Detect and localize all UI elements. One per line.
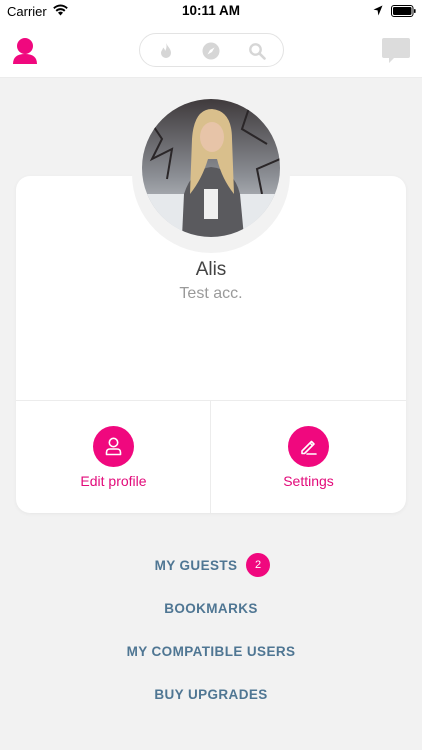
user-icon [105,437,122,456]
user-name: Alis [195,259,227,280]
pencil-icon [301,440,317,455]
avatar[interactable] [142,99,280,237]
top-nav-bar [0,22,422,78]
compass-icon[interactable] [202,42,220,60]
settings-button[interactable]: Settings [211,401,406,513]
battery-icon [391,5,416,17]
edit-profile-label: Edit profile [80,473,147,489]
avatar-photo [142,99,280,237]
guests-count-badge: 2 [246,553,270,577]
compatible-users-link[interactable]: MY COMPATIBLE USERS [0,644,422,659]
edit-profile-button[interactable]: Edit profile [16,401,211,513]
status-bar: Carrier 10:11 AM [0,0,422,22]
profile-icon[interactable] [12,37,38,65]
discover-tab-switcher [139,33,284,67]
settings-label: Settings [283,473,334,489]
user-status: Test acc. [179,285,243,302]
buy-upgrades-link[interactable]: BUY UPGRADES [0,687,422,702]
fire-icon[interactable] [157,42,175,60]
my-guests-link[interactable]: MY GUESTS [0,558,407,573]
chat-icon[interactable] [382,38,410,64]
search-icon[interactable] [248,42,266,60]
clock: 10:11 AM [181,3,241,18]
bookmarks-link[interactable]: BOOKMARKS [0,601,422,616]
location-arrow-icon [373,5,383,16]
settings-circle [288,426,329,467]
edit-profile-circle [93,426,134,467]
